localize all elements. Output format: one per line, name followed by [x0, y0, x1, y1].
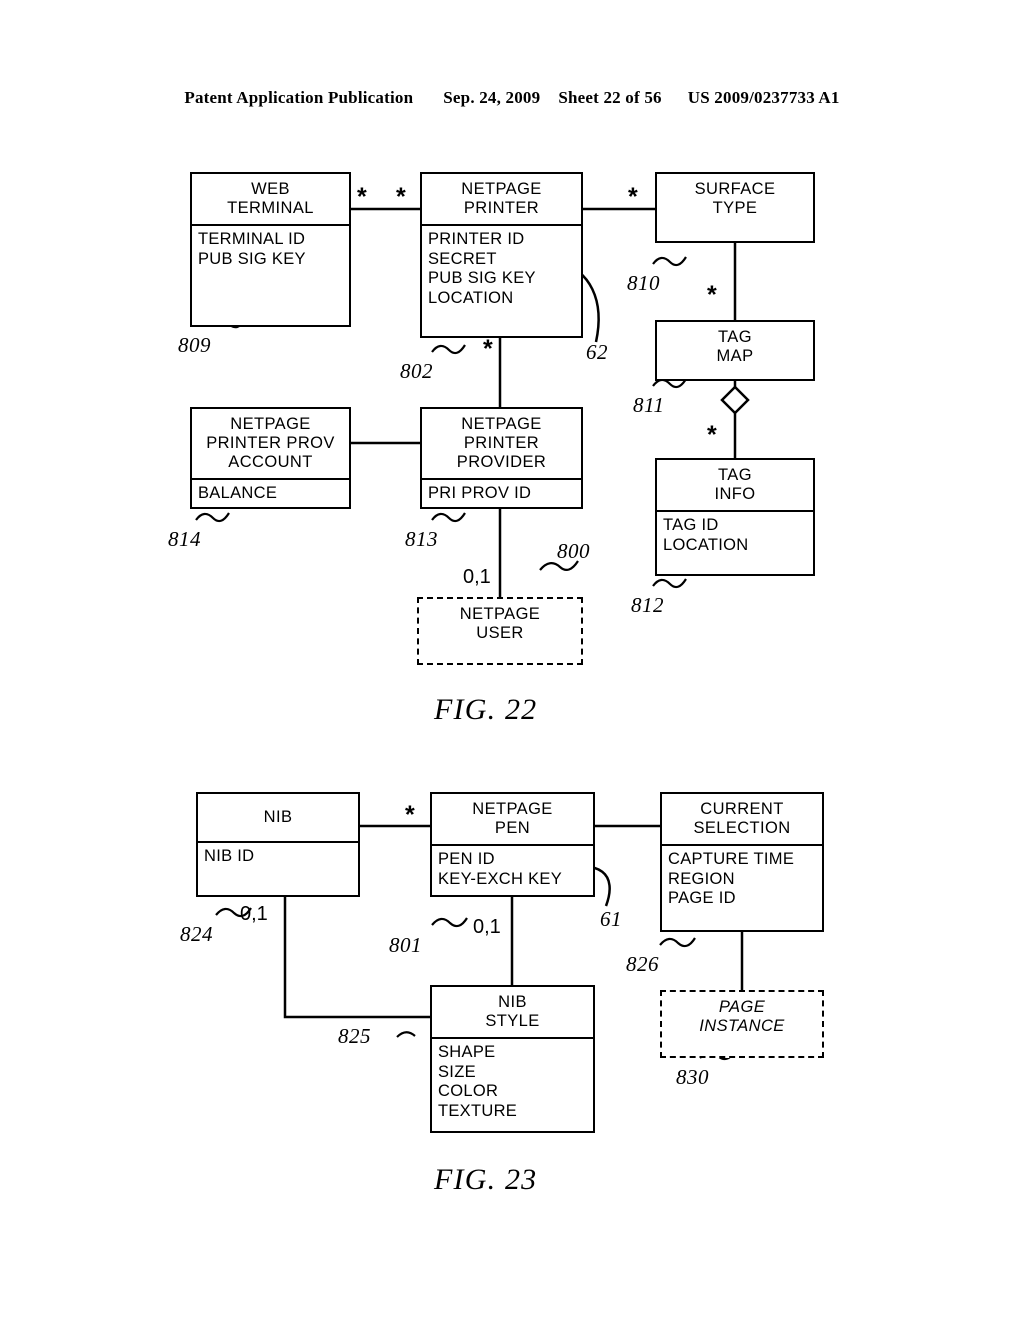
ref-825: 825: [338, 1024, 371, 1048]
entity-current-selection[interactable]: CURRENT SELECTION CAPTURE TIME REGION PA…: [660, 792, 824, 932]
entity-netpage-user-title: NETPAGE USER: [459, 605, 541, 642]
ref-801: 801: [389, 933, 422, 957]
entity-netpage-pen[interactable]: NETPAGE PEN PEN ID KEY-EXCH KEY: [430, 792, 595, 897]
entity-netpage-user[interactable]: NETPAGE USER: [417, 597, 583, 665]
entity-netpage-printer-prov-account-attrs: BALANCE: [198, 484, 278, 502]
entity-nib-style-attrs: SHAPE SIZE COLOR TEXTURE: [438, 1043, 518, 1120]
entity-page-instance-title: PAGE INSTANCE: [699, 998, 785, 1035]
entity-netpage-pen-attrs: PEN ID KEY-EXCH KEY: [438, 850, 563, 888]
entity-netpage-printer-prov-account-title: NETPAGE PRINTER PROV ACCOUNT: [206, 415, 335, 471]
entity-netpage-printer-title: NETPAGE PRINTER: [461, 180, 542, 217]
cardinality-nib-pen-star: *: [405, 801, 415, 829]
entity-surface-type[interactable]: SURFACE TYPE: [655, 172, 815, 243]
ref-61: 61: [600, 907, 622, 931]
aggregation-diamond: [720, 385, 750, 415]
entity-nib-style-title: NIB STYLE: [485, 993, 540, 1030]
cardinality-tagmap-taginfo-star: *: [707, 421, 717, 449]
entity-web-terminal-attrs: TERMINAL ID PUB SIG KEY: [198, 230, 306, 268]
entity-tag-map-title: TAG MAP: [716, 328, 754, 365]
ref-826: 826: [626, 952, 659, 976]
entity-web-terminal[interactable]: WEB TERMINAL TERMINAL ID PUB SIG KEY: [190, 172, 351, 327]
cardinality-user-zero-one: 0,1: [463, 566, 491, 588]
ref-811: 811: [633, 393, 665, 417]
entity-web-terminal-title: WEB TERMINAL: [227, 180, 314, 217]
cardinality-terminal-right-star: *: [396, 183, 406, 211]
cardinality-pen-style-zero-one: 0,1: [473, 916, 501, 938]
entity-netpage-printer-provider-title: NETPAGE PRINTER PROVIDER: [456, 415, 547, 471]
cardinality-printer-surface-star: *: [628, 183, 638, 211]
entity-surface-type-title: SURFACE TYPE: [694, 180, 776, 217]
entity-tag-info-title: TAG INFO: [714, 466, 756, 503]
ref-824: 824: [180, 922, 213, 946]
entity-netpage-printer[interactable]: NETPAGE PRINTER PRINTER ID SECRET PUB SI…: [420, 172, 583, 338]
ref-814: 814: [168, 527, 201, 551]
ref-830: 830: [676, 1065, 709, 1089]
figure-caption-22: FIG. 22: [434, 693, 538, 726]
entity-netpage-printer-provider[interactable]: NETPAGE PRINTER PROVIDER PRI PROV ID: [420, 407, 583, 509]
figure-caption-23: FIG. 23: [434, 1163, 538, 1196]
entity-current-selection-attrs: CAPTURE TIME REGION PAGE ID: [668, 850, 795, 907]
ref-810: 810: [627, 271, 660, 295]
ref-62: 62: [586, 340, 608, 364]
diagram-canvas: WEB TERMINAL TERMINAL ID PUB SIG KEY NET…: [0, 0, 1024, 1320]
cardinality-nib-zero-one: 0,1: [240, 903, 268, 925]
entity-tag-info[interactable]: TAG INFO TAG ID LOCATION: [655, 458, 815, 576]
entity-current-selection-title: CURRENT SELECTION: [693, 800, 791, 837]
entity-nib-style[interactable]: NIB STYLE SHAPE SIZE COLOR TEXTURE: [430, 985, 595, 1133]
entity-nib-title: NIB: [263, 808, 293, 826]
entity-nib[interactable]: NIB NIB ID: [196, 792, 360, 897]
ref-813: 813: [405, 527, 438, 551]
entity-netpage-pen-title: NETPAGE PEN: [472, 800, 553, 837]
ref-809: 809: [178, 333, 211, 357]
entity-page-instance[interactable]: PAGE INSTANCE: [660, 990, 824, 1058]
cardinality-printer-left-star: *: [357, 183, 367, 211]
ref-802: 802: [400, 359, 433, 383]
entity-tag-map[interactable]: TAG MAP: [655, 320, 815, 381]
cardinality-printer-provider-star: *: [483, 335, 493, 363]
ref-800: 800: [557, 539, 590, 563]
entity-netpage-printer-attrs: PRINTER ID SECRET PUB SIG KEY LOCATION: [428, 230, 536, 307]
cardinality-surface-tagmap-star: *: [707, 281, 717, 309]
ref-812: 812: [631, 593, 664, 617]
entity-netpage-printer-prov-account[interactable]: NETPAGE PRINTER PROV ACCOUNT BALANCE: [190, 407, 351, 509]
entity-netpage-printer-provider-attrs: PRI PROV ID: [428, 484, 532, 502]
entity-tag-info-attrs: TAG ID LOCATION: [663, 516, 749, 554]
entity-nib-attrs: NIB ID: [204, 847, 255, 865]
